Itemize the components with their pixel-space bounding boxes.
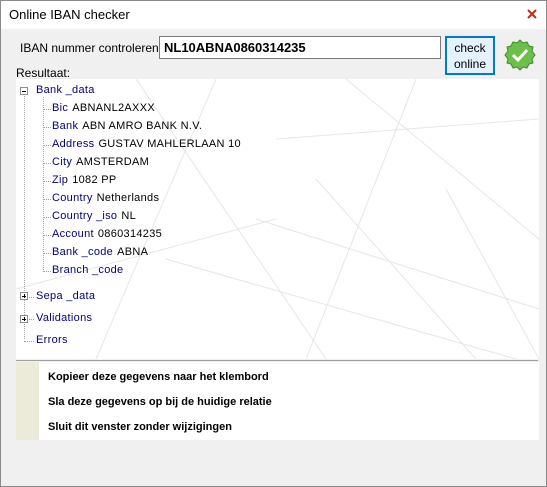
copy-to-clipboard-link[interactable]: Kopieer deze gegevens naar het klembord: [48, 371, 269, 383]
tree-line: [43, 97, 44, 272]
expand-sepa-data-toggle[interactable]: [20, 292, 28, 300]
title-bar: Online IBAN checker: [1, 1, 546, 29]
tree-line: [43, 109, 51, 110]
window-title: Online IBAN checker: [9, 7, 130, 22]
tree-node-sepa-data[interactable]: Sepa _data: [36, 290, 95, 302]
close-icon: [526, 8, 538, 20]
tree-node-field[interactable]: Bic ABNANL2AXXX: [52, 102, 155, 114]
field-key: Address: [52, 138, 95, 150]
tree-line: [43, 271, 51, 272]
close-button[interactable]: [520, 3, 544, 25]
tree-node-validations[interactable]: Validations: [36, 312, 92, 324]
actions-panel: Kopieer deze gegevens naar het klembord …: [16, 362, 539, 440]
tree-line: [43, 181, 51, 182]
tree-node-errors[interactable]: Errors: [36, 334, 68, 346]
tree-node-field[interactable]: Branch _code: [52, 264, 127, 276]
tree-node-field[interactable]: Country Netherlands: [52, 192, 159, 204]
field-value: NL: [121, 210, 137, 222]
tree-line: [43, 199, 51, 200]
close-without-changes-link[interactable]: Sluit dit venster zonder wijzigingen: [48, 421, 232, 433]
tree-node-field[interactable]: Zip 1082 PP: [52, 174, 117, 186]
field-key: Country: [52, 192, 93, 204]
result-label: Resultaat:: [16, 66, 71, 80]
tree-line: [24, 341, 34, 342]
check-button-line-2: online: [453, 57, 487, 71]
collapse-bank-data-toggle[interactable]: [20, 87, 28, 95]
tree-node-field[interactable]: Bank ABN AMRO BANK N.V.: [52, 120, 202, 132]
field-key: Branch _code: [52, 264, 124, 276]
tree-line: [43, 145, 51, 146]
tree-line: [43, 127, 51, 128]
check-button-line-1: check: [454, 41, 486, 55]
divider: [16, 360, 538, 361]
field-key: Bank _code: [52, 246, 114, 258]
field-value: GUSTAV MAHLERLAAN 10: [98, 138, 241, 150]
tree-node-field[interactable]: Bank _code ABNA: [52, 246, 148, 258]
iban-label: IBAN nummer controleren:: [20, 41, 163, 55]
field-value: 1082 PP: [72, 174, 117, 186]
tree-node-bank-data[interactable]: Bank _data: [36, 84, 95, 96]
field-key: Bank: [52, 120, 79, 132]
field-value: ABNA: [117, 246, 149, 258]
tree-node-field[interactable]: Country _iso NL: [52, 210, 136, 222]
iban-input[interactable]: NL10ABNA0860314235: [159, 36, 441, 59]
field-key: Account: [52, 228, 94, 240]
field-value: 0860314235: [97, 228, 163, 240]
save-to-relation-link[interactable]: Sla deze gegevens op bij de huidige rela…: [48, 396, 272, 408]
field-value: AMSTERDAM: [76, 156, 150, 168]
actions-strip: [16, 362, 39, 440]
tree-line: [43, 235, 51, 236]
tree-node-field[interactable]: City AMSTERDAM: [52, 156, 149, 168]
result-tree[interactable]: Bank _data Bic ABNANL2AXXX Bank ABN AMRO BA…: [16, 79, 539, 359]
tree-node-field[interactable]: Account 0860314235: [52, 228, 162, 240]
tree-line: [24, 94, 25, 339]
tree-line: [43, 253, 51, 254]
check-online-button[interactable]: check online: [445, 36, 495, 75]
iban-checker-window: Online IBAN checker IBAN nummer controle…: [0, 0, 547, 487]
field-key: City: [52, 156, 73, 168]
field-value: ABN AMRO BANK N.V.: [82, 120, 203, 132]
tree-line: [43, 163, 51, 164]
expand-validations-toggle[interactable]: [20, 315, 28, 323]
tree-line: [43, 217, 51, 218]
field-key: Zip: [52, 174, 69, 186]
check-circle-icon: [504, 39, 536, 71]
field-value: ABNANL2AXXX: [72, 102, 155, 114]
field-value: Netherlands: [96, 192, 160, 204]
field-key: Bic: [52, 102, 69, 114]
tree-node-field[interactable]: Address GUSTAV MAHLERLAAN 10: [52, 138, 241, 150]
field-key: Country _iso: [52, 210, 118, 222]
